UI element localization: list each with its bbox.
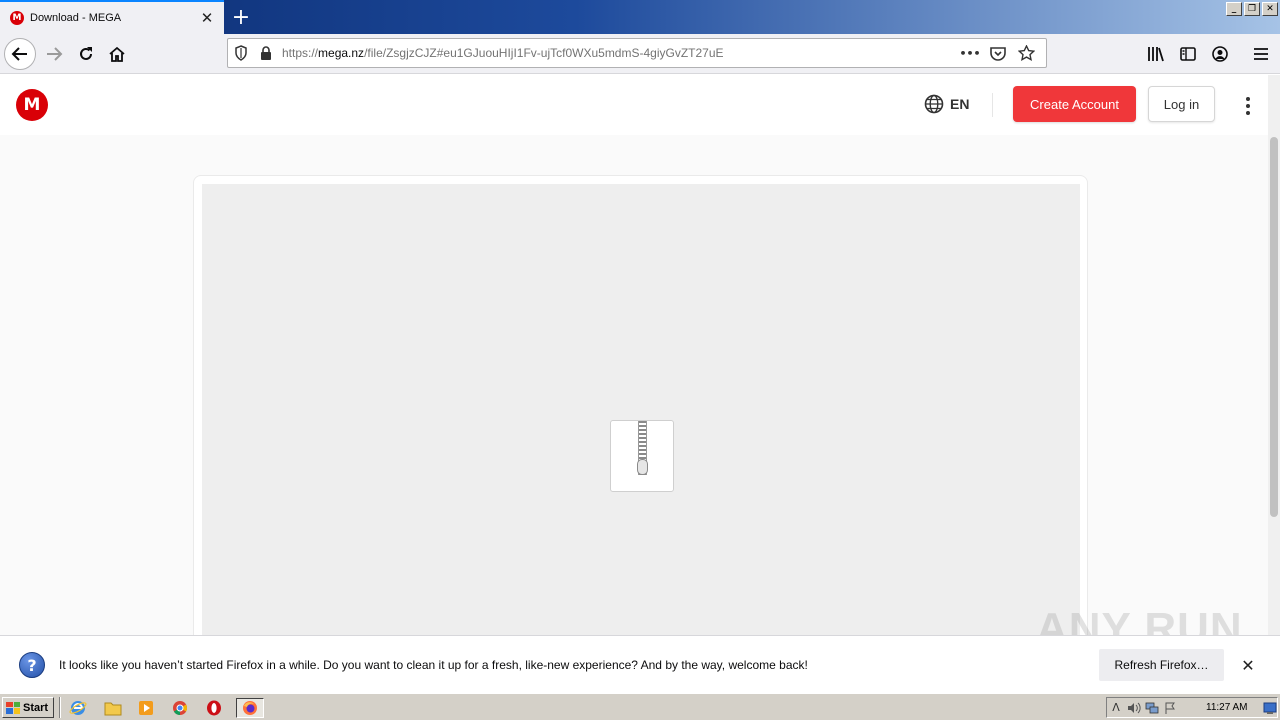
tab-strip: M Download - MEGA ✕ + _ ❐ ✕ — [0, 0, 1280, 34]
create-account-button[interactable]: Create Account — [1013, 86, 1136, 122]
library-icon — [1148, 47, 1164, 62]
reload-button[interactable] — [70, 38, 102, 70]
language-label: EN — [950, 96, 970, 112]
arrow-left-icon — [11, 47, 27, 61]
start-label: Start — [23, 701, 49, 714]
forward-button[interactable] — [38, 38, 70, 70]
pocket-icon — [990, 46, 1006, 61]
new-tab-button[interactable]: + — [228, 4, 254, 30]
home-icon — [109, 46, 125, 62]
file-download-card — [193, 175, 1088, 635]
globe-icon — [924, 94, 944, 114]
language-selector[interactable]: EN — [924, 94, 969, 114]
media-player-launcher[interactable] — [136, 698, 156, 718]
reload-icon — [80, 47, 92, 60]
refresh-firefox-button[interactable]: Refresh Firefox… — [1099, 649, 1224, 681]
sidebar-icon — [1180, 47, 1196, 61]
internet-explorer-launcher[interactable] — [68, 698, 88, 718]
question-icon: ? — [19, 652, 45, 678]
menu-button[interactable] — [1245, 38, 1277, 70]
chrome-launcher[interactable] — [170, 698, 190, 718]
back-button[interactable] — [4, 38, 36, 70]
home-button[interactable] — [101, 38, 133, 70]
media-player-icon — [139, 701, 153, 715]
mega-header: M EN Create Account Log in — [0, 75, 1268, 135]
mega-favicon-icon: M — [10, 11, 24, 25]
pocket-button[interactable] — [984, 41, 1012, 65]
refresh-notification-bar: ? It looks like you haven’t started Fire… — [0, 635, 1280, 693]
window-controls: _ ❐ ✕ — [1226, 2, 1278, 16]
tracking-shield-icon[interactable] — [234, 45, 248, 61]
mega-logo[interactable]: M — [16, 89, 48, 121]
restore-button[interactable]: ❐ — [1244, 2, 1260, 16]
navigation-toolbar: https://mega.nz/file/ZsgjzCJZ#eu1GJuouHI… — [0, 34, 1280, 74]
url-host: mega.nz — [318, 46, 365, 60]
login-button[interactable]: Log in — [1148, 86, 1215, 122]
account-icon — [1212, 46, 1228, 62]
tray-expand-icon[interactable]: ᐱ — [1107, 699, 1125, 717]
page-actions-button[interactable]: ••• — [956, 41, 984, 65]
system-tray: ᐱ 11:27 AM — [1106, 697, 1278, 718]
more-options-icon[interactable] — [1238, 95, 1258, 117]
lock-icon[interactable] — [260, 46, 272, 60]
show-desktop-icon[interactable] — [1263, 700, 1277, 719]
bookmark-button[interactable] — [1012, 41, 1040, 65]
file-preview-area — [202, 184, 1080, 635]
opera-icon — [207, 700, 221, 716]
zip-file-icon — [610, 420, 674, 492]
tab-title: Download - MEGA — [30, 12, 122, 24]
notification-message: It looks like you haven’t started Firefo… — [59, 658, 808, 672]
header-divider — [992, 93, 993, 117]
sidebar-button[interactable] — [1172, 38, 1204, 70]
url-path: /file/ZsgjzCJZ#eu1GJuouHIjI1Fv-ujTcf0WXu… — [364, 46, 724, 60]
library-button[interactable] — [1140, 38, 1172, 70]
explorer-launcher[interactable] — [103, 698, 123, 718]
notification-close-icon[interactable]: ✕ — [1238, 655, 1258, 675]
windows-logo-icon — [6, 701, 20, 714]
scrollbar-thumb[interactable] — [1270, 137, 1278, 517]
taskbar-separator — [59, 697, 61, 718]
opera-launcher[interactable] — [204, 698, 224, 718]
url-text[interactable]: https://mega.nz/file/ZsgjzCJZ#eu1GJuouHI… — [282, 46, 956, 60]
firefox-icon — [243, 701, 257, 715]
action-center-flag-icon[interactable] — [1161, 699, 1179, 717]
start-button[interactable]: Start — [2, 697, 54, 718]
browser-tab-active[interactable]: M Download - MEGA ✕ — [0, 0, 224, 34]
arrow-right-icon — [47, 47, 63, 61]
web-page: M EN Create Account Log in — [0, 75, 1268, 635]
chrome-icon — [173, 701, 188, 716]
taskbar-clock[interactable]: 11:27 AM — [1206, 702, 1248, 713]
hamburger-icon — [1254, 48, 1268, 60]
page-scrollbar[interactable] — [1268, 75, 1280, 635]
zipper-pull-icon — [637, 459, 648, 475]
star-icon — [1017, 45, 1035, 61]
volume-icon[interactable] — [1125, 699, 1143, 717]
tab-close-icon[interactable]: ✕ — [198, 9, 216, 27]
address-bar[interactable]: https://mega.nz/file/ZsgjzCJZ#eu1GJuouHI… — [227, 38, 1047, 68]
minimize-button[interactable]: _ — [1226, 2, 1242, 16]
account-button[interactable] — [1204, 38, 1236, 70]
network-icon[interactable] — [1143, 699, 1161, 717]
close-window-button[interactable]: ✕ — [1262, 2, 1278, 16]
more-icon: ••• — [959, 46, 981, 60]
url-prefix: https:// — [282, 46, 319, 60]
windows-taskbar: Start ᐱ 11:27 AM — [0, 693, 1280, 720]
folder-icon — [104, 702, 122, 716]
firefox-taskbar-button[interactable] — [236, 698, 264, 718]
internet-explorer-icon — [69, 701, 87, 715]
